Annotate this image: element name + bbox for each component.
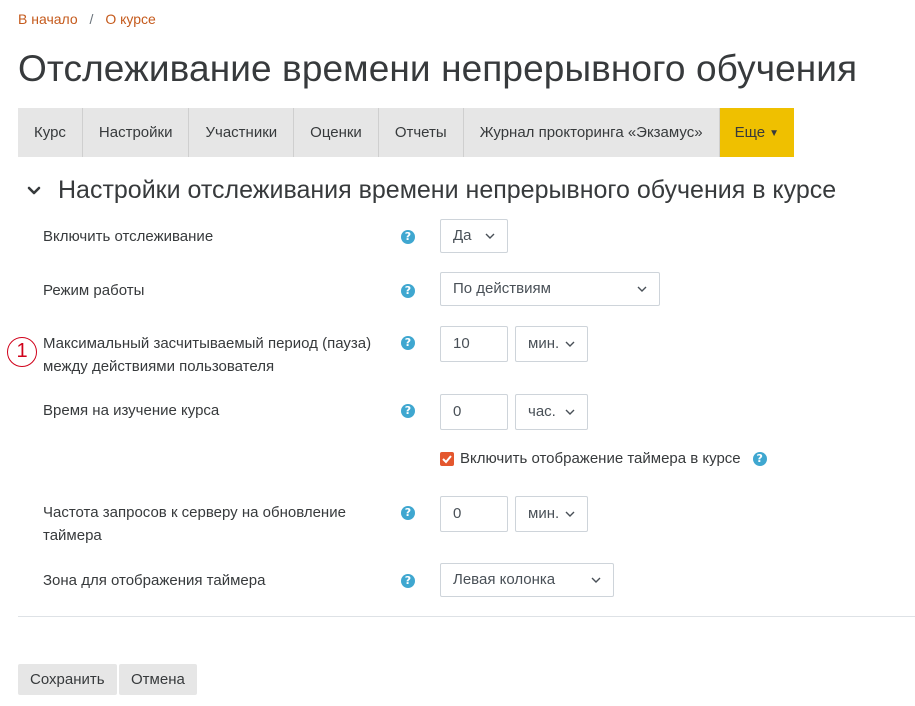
breadcrumb: В начало / О курсе [18,11,156,27]
help-icon[interactable]: ? [401,336,415,350]
max-pause-input[interactable]: 10 [440,326,508,362]
chevron-down-icon [565,341,575,347]
max-pause-label-line2: между действиями пользователя [43,358,275,375]
study-time-label: Время на изучение курса [43,402,220,419]
max-pause-label-line1: Максимальный засчитываемый период (пауза… [43,335,372,352]
timer-zone-label: Зона для отображения таймера [43,572,266,589]
breadcrumb-separator: / [89,11,94,27]
max-pause-unit-value: мин. [528,335,560,352]
timer-checkbox-row: Включить отображение таймера в курсе ? [440,450,767,467]
request-freq-label: Частота запросов к серверу на обновление… [43,501,346,547]
breadcrumb-home-link[interactable]: В начало [18,11,78,27]
checkmark-icon [442,454,452,463]
collapse-caret-icon[interactable] [26,183,42,199]
help-icon[interactable]: ? [752,451,767,466]
mode-label: Режим работы [43,282,145,299]
mode-value: По действиям [453,280,551,297]
enable-tracking-select[interactable]: Да [440,219,508,253]
max-pause-label: Максимальный засчитываемый период (пауза… [43,332,371,378]
tab-more-label: Еще [734,124,766,141]
help-icon[interactable]: ? [401,506,415,520]
save-button[interactable]: Сохранить [18,664,117,695]
tab-course[interactable]: Курс [18,108,83,157]
tab-grades[interactable]: Оценки [294,108,379,157]
page-title: Отслеживание времени непрерывного обучен… [18,48,858,89]
cancel-button[interactable]: Отмена [119,664,197,695]
help-icon[interactable]: ? [401,574,415,588]
request-freq-label-line1: Частота запросов к серверу на обновление [43,504,346,521]
study-time-input[interactable]: 0 [440,394,508,430]
chevron-down-icon: ▼ [769,128,779,139]
tab-reports[interactable]: Отчеты [378,108,464,157]
study-time-unit-select[interactable]: час. [515,394,588,430]
help-icon[interactable]: ? [401,404,415,418]
help-icon[interactable]: ? [401,230,415,244]
timer-display-checkbox[interactable] [440,451,454,466]
request-freq-unit-value: мин. [528,505,560,522]
section-title: Настройки отслеживания времени непрерывн… [58,176,837,204]
request-freq-input[interactable]: 0 [440,496,508,532]
chevron-down-icon [591,577,601,583]
course-nav-tabs: Курс Настройки Участники Оценки Отчеты Ж… [18,108,794,157]
tab-settings[interactable]: Настройки [82,108,190,157]
section-header[interactable]: Настройки отслеживания времени непрерывн… [26,176,836,205]
chevron-down-icon [485,233,495,239]
request-freq-label-line2: таймера [43,527,102,544]
enable-tracking-label: Включить отслеживание [43,228,214,245]
tab-proctoring-log[interactable]: Журнал прокторинга «Экзамус» [463,108,720,157]
breadcrumb-about-link[interactable]: О курсе [105,11,155,27]
study-time-unit-value: час. [528,403,556,420]
chevron-down-icon [565,409,575,415]
request-freq-unit-select[interactable]: мин. [515,496,588,532]
enable-tracking-value: Да [453,227,472,244]
annotation-marker: 1 [7,337,37,367]
help-icon[interactable]: ? [401,284,415,298]
chevron-down-icon [565,511,575,517]
timer-checkbox-label[interactable]: Включить отображение таймера в курсе [460,450,741,467]
mode-select[interactable]: По действиям [440,272,660,306]
max-pause-unit-select[interactable]: мин. [515,326,588,362]
timer-zone-select[interactable]: Левая колонка [440,563,614,597]
timer-zone-value: Левая колонка [453,571,556,588]
divider [18,616,915,617]
tab-participants[interactable]: Участники [189,108,295,157]
tab-more[interactable]: Еще ▼ [719,108,794,157]
chevron-down-icon [637,286,647,292]
